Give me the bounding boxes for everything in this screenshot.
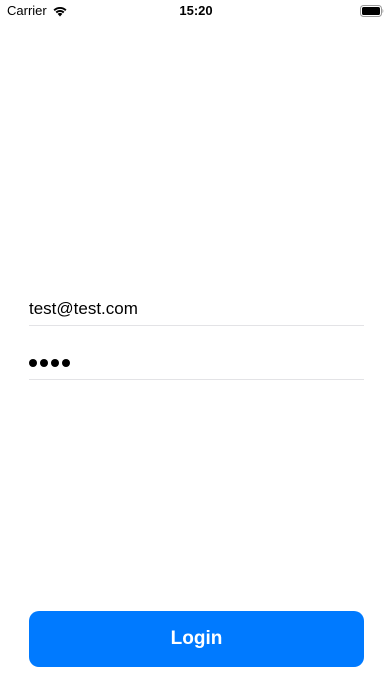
- password-mask-dot: [62, 359, 70, 367]
- status-bar: Carrier 15:20: [0, 0, 392, 22]
- password-mask-dot: [40, 359, 48, 367]
- password-input[interactable]: [29, 348, 364, 378]
- battery-icon: [360, 4, 384, 17]
- email-input[interactable]: [29, 294, 364, 324]
- status-time: 15:20: [179, 3, 213, 18]
- password-mask-dot: [51, 359, 59, 367]
- password-field[interactable]: [29, 348, 364, 380]
- password-mask-dot: [29, 359, 37, 367]
- login-button[interactable]: Login: [29, 611, 364, 667]
- email-field[interactable]: [29, 294, 364, 326]
